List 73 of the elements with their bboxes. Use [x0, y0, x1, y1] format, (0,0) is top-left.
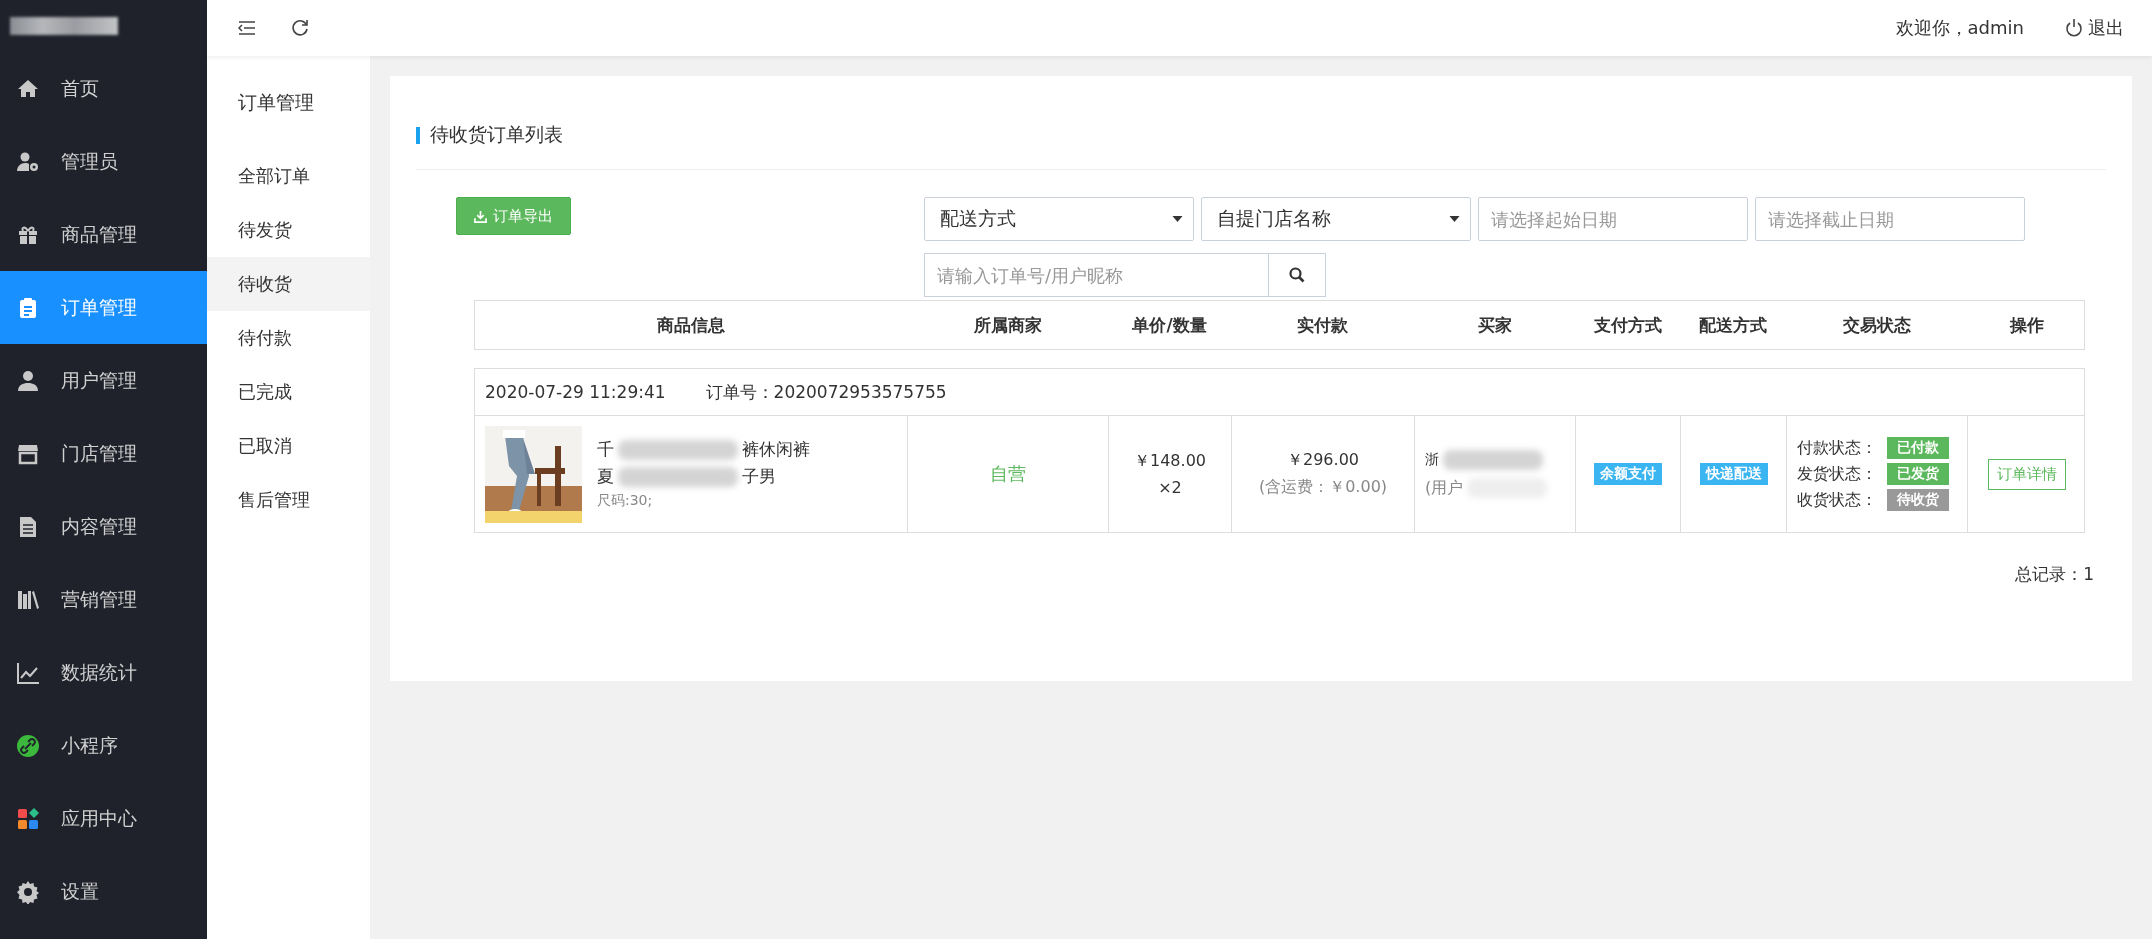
- search-button[interactable]: [1268, 253, 1326, 297]
- status-label: 收货状态：: [1797, 489, 1877, 511]
- order-number: 订单号：2020072953575755: [705, 380, 947, 404]
- product-name: 子男: [742, 465, 776, 488]
- column-header: 所属商家: [972, 313, 1043, 337]
- link-circle-icon: [16, 733, 40, 758]
- buyer-name: 浙: [1425, 450, 1439, 469]
- sidebar-item[interactable]: 小程序: [0, 709, 207, 782]
- total-records: 总记录：1: [2015, 563, 2094, 586]
- delivery-select[interactable]: 配送方式: [924, 197, 1194, 241]
- column-header: 配送方式: [1698, 313, 1768, 337]
- column-header: 商品信息: [656, 313, 726, 337]
- app-grid-icon: [16, 806, 40, 831]
- logout-link[interactable]: 退出: [2064, 16, 2124, 40]
- title-marker: [416, 126, 420, 144]
- column-header: 实付款: [1296, 313, 1349, 337]
- refresh-icon[interactable]: [290, 18, 310, 38]
- paid-amount: ￥296.00: [1287, 450, 1359, 471]
- payment-tag: 余额支付: [1594, 463, 1662, 485]
- order-time: 2020-07-29 11:29:41: [485, 382, 666, 402]
- sidebar-item[interactable]: 用户管理: [0, 344, 207, 417]
- quantity: ×2: [1158, 478, 1182, 497]
- subnav-item[interactable]: 待付款: [207, 311, 370, 365]
- status-label: 发货状态：: [1797, 463, 1877, 485]
- sidebar-item[interactable]: 首页: [0, 52, 207, 125]
- status-badge: 待收货: [1887, 489, 1949, 511]
- panel-title: 待收货订单列表: [430, 122, 563, 147]
- search-icon: [1289, 267, 1305, 283]
- product-spec: 尺码:30;: [597, 492, 654, 510]
- status-badge: 已发货: [1887, 463, 1949, 485]
- subnav-item[interactable]: 待发货: [207, 203, 370, 257]
- search-field[interactable]: 请输入订单号/用户昵称: [924, 253, 1268, 297]
- column-header: 单价/数量: [1131, 313, 1208, 337]
- delivery-tag: 快递配送: [1699, 463, 1768, 485]
- sidebar-item[interactable]: 设置: [0, 855, 207, 928]
- subnav-item[interactable]: 售后管理: [207, 473, 370, 527]
- sidebar-item[interactable]: 营销管理: [0, 563, 207, 636]
- sidebar-item[interactable]: 数据统计: [0, 636, 207, 709]
- collapse-menu-icon[interactable]: [237, 18, 257, 38]
- status-label: 付款状态：: [1797, 437, 1877, 459]
- end-date-field[interactable]: 请选择截止日期: [1755, 197, 2025, 241]
- subnav-item[interactable]: 待收货: [207, 257, 370, 311]
- store-select[interactable]: 自提门店名称: [1201, 197, 1471, 241]
- column-header: 买家: [1476, 313, 1513, 337]
- product-name: 裤休闲裤: [742, 438, 810, 461]
- column-header: 支付方式: [1592, 313, 1663, 337]
- subnav-item[interactable]: 已完成: [207, 365, 370, 419]
- caret-icon: [1172, 216, 1183, 222]
- merchant-name: 自营: [990, 462, 1026, 486]
- subnav-title: 订单管理: [237, 90, 315, 115]
- buyer-id: (用户: [1425, 477, 1464, 499]
- product-name: 夏: [597, 465, 614, 488]
- caret-icon: [1449, 216, 1460, 222]
- download-icon: [474, 209, 487, 223]
- sidebar-item[interactable]: 门店管理: [0, 417, 207, 490]
- shipping-fee: (含运费：￥0.00): [1258, 477, 1388, 498]
- column-header: 操作: [2008, 313, 2045, 337]
- power-icon: [2064, 18, 2084, 38]
- sidebar-item[interactable]: 管理员: [0, 125, 207, 198]
- sidebar-item[interactable]: 应用中心: [0, 782, 207, 855]
- unit-price: ￥148.00: [1134, 451, 1206, 472]
- product-name: 千: [597, 438, 614, 461]
- settings-icon: [16, 879, 40, 904]
- line-chart-icon: [16, 660, 40, 685]
- sidebar-item[interactable]: 商品管理: [0, 198, 207, 271]
- start-date-field[interactable]: 请选择起始日期: [1478, 197, 1748, 241]
- status-badge: 已付款: [1887, 437, 1949, 459]
- column-header: 交易状态: [1841, 313, 1912, 337]
- welcome-text: 欢迎你，admin: [1895, 16, 2024, 40]
- subnav-item[interactable]: 全部订单: [207, 149, 370, 203]
- subnav-item[interactable]: 已取消: [207, 419, 370, 473]
- user-icon: [16, 368, 40, 393]
- sidebar-item[interactable]: 内容管理: [0, 490, 207, 563]
